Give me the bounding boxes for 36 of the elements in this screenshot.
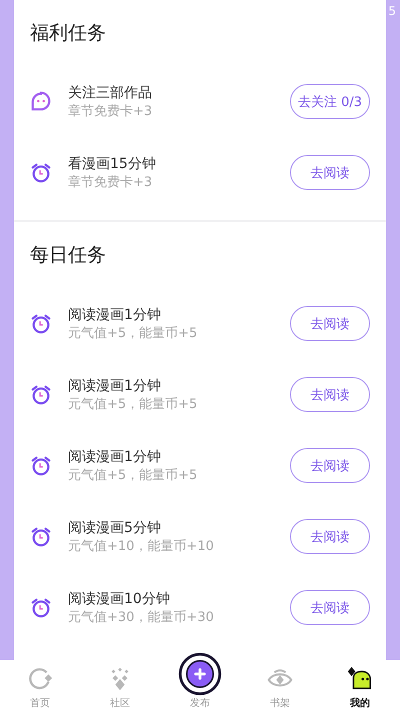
- task-reward: 元气值+10，能量币+10: [68, 538, 215, 556]
- task-action-button[interactable]: 去阅读: [290, 590, 370, 625]
- tab-item[interactable]: 首页: [0, 660, 80, 711]
- alarm-clock-icon: [30, 526, 52, 548]
- task-action-button[interactable]: 去阅读: [290, 155, 370, 190]
- task-action-button[interactable]: 去关注 0/3: [290, 84, 370, 119]
- section-title: 福利任务: [30, 21, 107, 46]
- task-title: 阅读漫画10分钟: [68, 590, 171, 608]
- tab-item[interactable]: 社区: [80, 660, 160, 711]
- task-action-button[interactable]: 去阅读: [290, 306, 370, 341]
- task-title: 阅读漫画1分钟: [68, 376, 162, 396]
- task-action-button[interactable]: 去阅读: [290, 448, 370, 483]
- task-reward: 元气值+30，能量币+30: [68, 608, 215, 626]
- task-title: 阅读漫画5分钟: [68, 518, 162, 538]
- alarm-clock-icon: [30, 384, 52, 406]
- tab-item[interactable]: 书架: [240, 660, 320, 711]
- task-reward: 元气值+5，能量币+5: [68, 466, 198, 484]
- task-title: 关注三部作品: [68, 84, 153, 102]
- tab-item[interactable]: 我的: [320, 660, 400, 711]
- task-reward: 章节免费卡+3: [68, 174, 154, 192]
- alarm-clock-icon: [30, 312, 52, 334]
- chat-bubble-icon: [30, 90, 52, 112]
- task-title: 看漫画15分钟: [68, 154, 157, 174]
- tab-item[interactable]: 发布: [160, 650, 240, 711]
- task-title: 阅读漫画1分钟: [68, 306, 162, 324]
- alarm-clock-icon: [30, 454, 52, 476]
- task-reward: 元气值+5，能量币+5: [68, 324, 198, 342]
- alarm-clock-icon: [30, 162, 52, 184]
- task-action-button[interactable]: 去阅读: [290, 519, 370, 554]
- section-title: 每日任务: [30, 243, 107, 268]
- task-reward: 章节免费卡+3: [68, 102, 154, 120]
- status-text: 5: [388, 4, 396, 18]
- alarm-clock-icon: [30, 596, 52, 618]
- task-action-button[interactable]: 去阅读: [290, 377, 370, 412]
- task-title: 阅读漫画1分钟: [68, 448, 162, 466]
- task-reward: 元气值+5，能量币+5: [68, 396, 198, 414]
